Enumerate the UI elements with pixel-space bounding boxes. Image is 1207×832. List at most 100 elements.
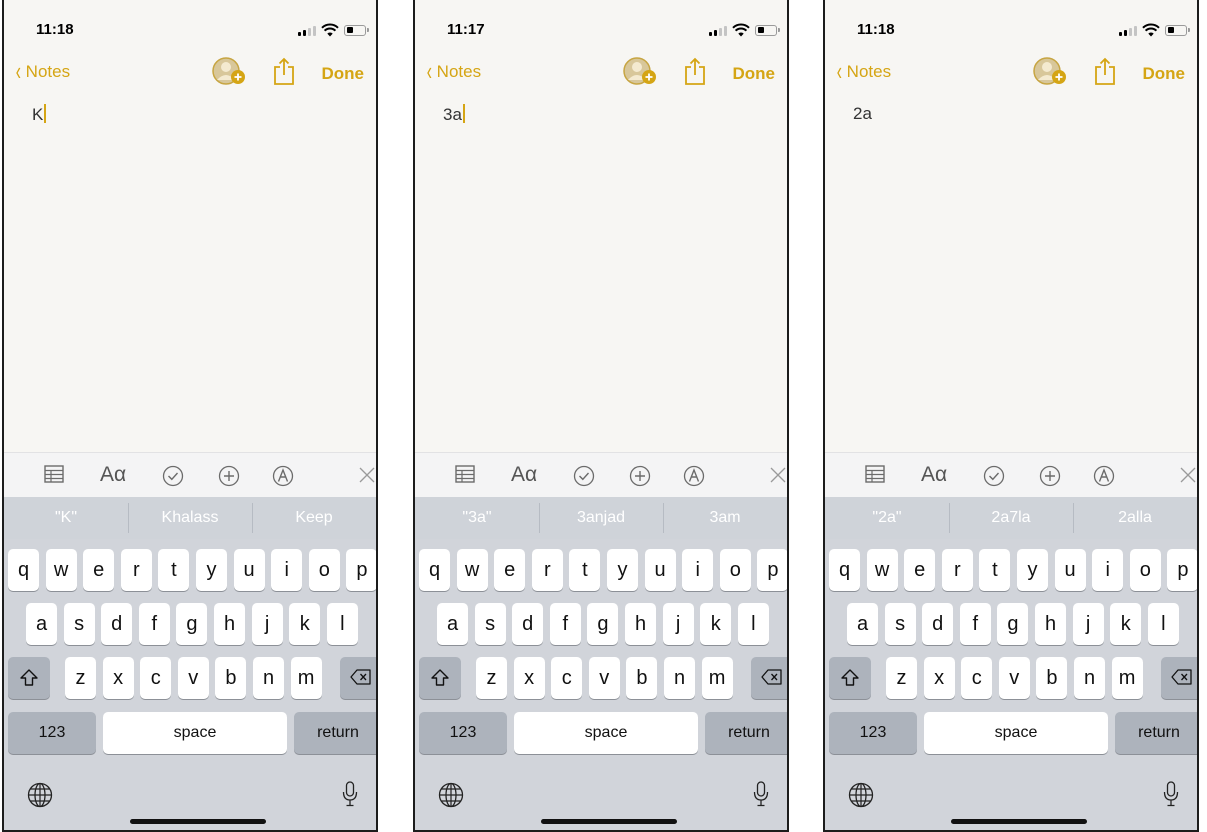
key-r[interactable]: r: [531, 549, 563, 591]
key-a[interactable]: a: [437, 603, 468, 645]
key-y[interactable]: y: [1017, 549, 1048, 591]
globe-icon[interactable]: [438, 782, 464, 808]
key-y[interactable]: y: [196, 549, 227, 591]
key-q[interactable]: q: [8, 549, 39, 591]
table-icon[interactable]: [455, 465, 475, 483]
done-button[interactable]: Done: [322, 64, 365, 84]
key-c[interactable]: c: [551, 657, 583, 699]
suggestion-quoted[interactable]: "2a": [825, 497, 949, 539]
return-key[interactable]: return: [294, 712, 376, 754]
key-n[interactable]: n: [253, 657, 284, 699]
share-icon[interactable]: [683, 56, 707, 86]
key-v[interactable]: v: [177, 657, 209, 699]
key-n[interactable]: n: [1074, 657, 1105, 699]
key-f[interactable]: f: [959, 603, 991, 645]
done-button[interactable]: Done: [733, 64, 776, 84]
numbers-key[interactable]: 123: [419, 712, 507, 754]
key-g[interactable]: g: [176, 603, 208, 645]
key-h[interactable]: h: [625, 603, 656, 645]
mic-icon[interactable]: [342, 781, 358, 807]
key-b[interactable]: b: [215, 657, 247, 699]
done-button[interactable]: Done: [1143, 64, 1186, 84]
shift-key[interactable]: [8, 657, 50, 699]
suggestion-3[interactable]: 2alla: [1073, 497, 1197, 539]
insert-icon[interactable]: [218, 465, 240, 487]
key-d[interactable]: d: [922, 603, 954, 645]
back-button[interactable]: ‹ Notes: [835, 58, 891, 84]
key-s[interactable]: s: [884, 603, 916, 645]
return-key[interactable]: return: [1115, 712, 1197, 754]
key-i[interactable]: i: [682, 549, 714, 591]
key-b[interactable]: b: [1036, 657, 1068, 699]
close-keyboard-icon[interactable]: [1179, 466, 1197, 484]
close-keyboard-icon[interactable]: [358, 466, 376, 484]
checklist-icon[interactable]: [573, 465, 595, 487]
key-o[interactable]: o: [719, 549, 751, 591]
key-u[interactable]: u: [1054, 549, 1086, 591]
delete-key[interactable]: [751, 657, 787, 699]
text-format-button[interactable]: Aα: [100, 463, 126, 487]
key-q[interactable]: q: [419, 549, 450, 591]
close-keyboard-icon[interactable]: [769, 466, 787, 484]
key-l[interactable]: l: [1147, 603, 1179, 645]
key-m[interactable]: m: [290, 657, 322, 699]
shift-key[interactable]: [829, 657, 871, 699]
text-format-button[interactable]: Aα: [511, 463, 537, 487]
key-x[interactable]: x: [513, 657, 545, 699]
key-d[interactable]: d: [101, 603, 133, 645]
key-c[interactable]: c: [140, 657, 172, 699]
add-person-icon[interactable]: [210, 56, 248, 86]
delete-key[interactable]: [1161, 657, 1197, 699]
suggestion-2[interactable]: Khalass: [128, 497, 252, 539]
back-button[interactable]: ‹ Notes: [14, 58, 70, 84]
key-k[interactable]: k: [1110, 603, 1142, 645]
note-body[interactable]: 2a: [853, 104, 872, 124]
key-t[interactable]: t: [979, 549, 1011, 591]
key-g[interactable]: g: [587, 603, 619, 645]
key-i[interactable]: i: [271, 549, 303, 591]
key-k[interactable]: k: [700, 603, 732, 645]
suggestion-quoted[interactable]: "K": [4, 497, 128, 539]
markup-icon[interactable]: [1093, 465, 1115, 487]
note-body[interactable]: K: [32, 104, 47, 125]
key-v[interactable]: v: [998, 657, 1030, 699]
table-icon[interactable]: [865, 465, 885, 483]
key-e[interactable]: e: [83, 549, 115, 591]
key-z[interactable]: z: [476, 657, 507, 699]
markup-icon[interactable]: [683, 465, 705, 487]
key-d[interactable]: d: [512, 603, 544, 645]
key-g[interactable]: g: [997, 603, 1029, 645]
suggestion-quoted[interactable]: "3a": [415, 497, 539, 539]
space-key[interactable]: space: [924, 712, 1108, 754]
globe-icon[interactable]: [848, 782, 874, 808]
key-e[interactable]: e: [904, 549, 936, 591]
key-j[interactable]: j: [662, 603, 694, 645]
key-m[interactable]: m: [701, 657, 733, 699]
insert-icon[interactable]: [629, 465, 651, 487]
return-key[interactable]: return: [705, 712, 787, 754]
shift-key[interactable]: [419, 657, 461, 699]
key-n[interactable]: n: [664, 657, 695, 699]
key-h[interactable]: h: [1035, 603, 1066, 645]
mic-icon[interactable]: [1163, 781, 1179, 807]
key-l[interactable]: l: [326, 603, 358, 645]
checklist-icon[interactable]: [983, 465, 1005, 487]
add-person-icon[interactable]: [621, 56, 659, 86]
key-t[interactable]: t: [158, 549, 190, 591]
key-r[interactable]: r: [120, 549, 152, 591]
key-c[interactable]: c: [961, 657, 993, 699]
space-key[interactable]: space: [103, 712, 287, 754]
key-a[interactable]: a: [26, 603, 57, 645]
numbers-key[interactable]: 123: [829, 712, 917, 754]
key-v[interactable]: v: [588, 657, 620, 699]
key-o[interactable]: o: [1129, 549, 1161, 591]
key-j[interactable]: j: [1072, 603, 1104, 645]
key-u[interactable]: u: [644, 549, 676, 591]
key-r[interactable]: r: [941, 549, 973, 591]
key-y[interactable]: y: [607, 549, 638, 591]
suggestion-2[interactable]: 3anjad: [539, 497, 663, 539]
insert-icon[interactable]: [1039, 465, 1061, 487]
table-icon[interactable]: [44, 465, 64, 483]
key-w[interactable]: w: [456, 549, 488, 591]
key-e[interactable]: e: [494, 549, 526, 591]
